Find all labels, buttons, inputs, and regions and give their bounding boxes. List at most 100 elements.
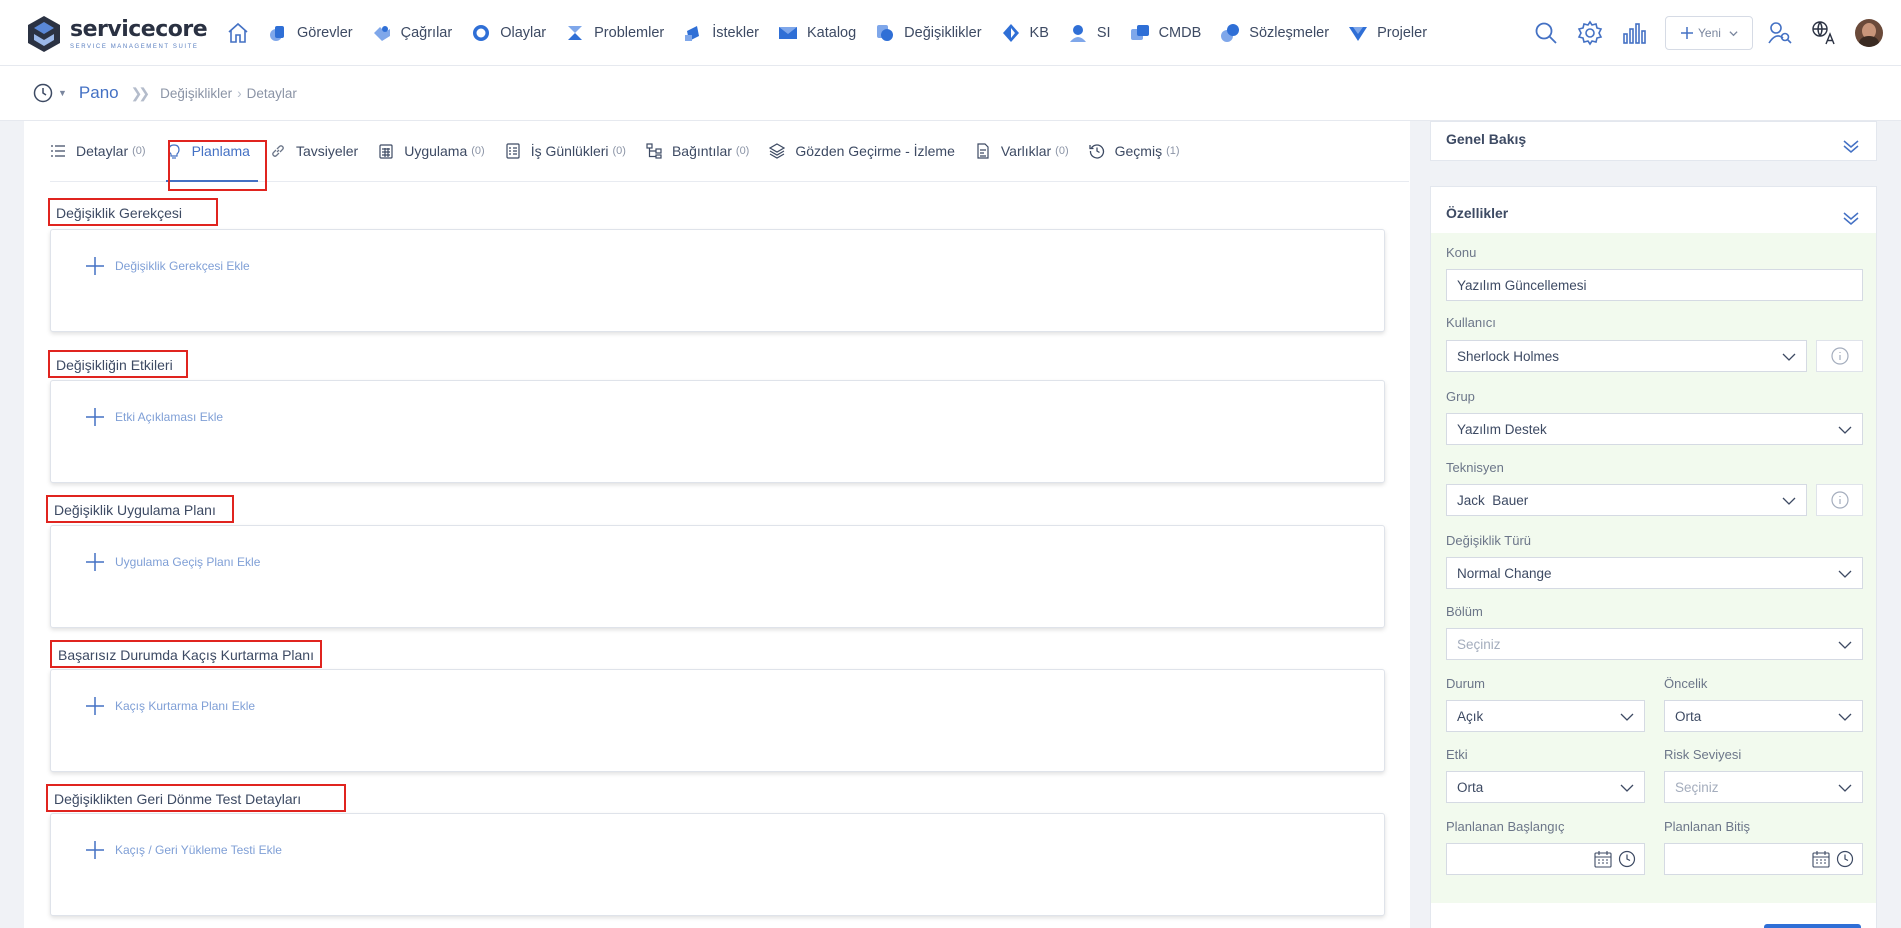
risk-seviyesi-select[interactable]: Seçiniz: [1664, 771, 1863, 803]
breadcrumb-home-link[interactable]: Pano: [79, 83, 119, 103]
breadcrumb-section[interactable]: Değişiklikler: [160, 86, 232, 101]
oncelik-select[interactable]: Orta: [1664, 700, 1863, 732]
kullanici-value: Sherlock Holmes: [1457, 348, 1560, 364]
planlanan-bitis-input[interactable]: [1664, 843, 1863, 875]
section-box-kacis-plani: Kaçış Kurtarma Planı Ekle: [50, 669, 1385, 772]
projects-icon: [1349, 27, 1368, 41]
add-link-label: Etki Açıklaması Ekle: [115, 410, 224, 424]
chevron-down-icon: [1729, 30, 1738, 36]
nav-item-projeler[interactable]: Projeler: [1348, 23, 1427, 43]
calendar-grid-icon: [379, 143, 393, 159]
servicecore-logo[interactable]: servicecore SERVICE MANAGEMENT SUITE: [24, 14, 208, 54]
history-clock-icon[interactable]: [33, 83, 53, 103]
gear-icon[interactable]: [1577, 20, 1603, 46]
nav-item-sozlesmeler[interactable]: Sözleşmeler: [1220, 23, 1329, 43]
clock-icon[interactable]: [1836, 850, 1854, 868]
chevron-down-icon: [1838, 426, 1852, 434]
section-title-kacis-plani: Başarısız Durumda Kaçış Kurtarma Planı: [50, 640, 322, 668]
nav-item-label: Problemler: [594, 25, 665, 41]
etki-select[interactable]: Orta: [1446, 771, 1645, 803]
bolum-select[interactable]: Seçiniz: [1446, 628, 1863, 660]
avatar[interactable]: [1855, 19, 1883, 47]
overview-card[interactable]: Genel Bakış: [1430, 121, 1877, 161]
nav-item-label: CMDB: [1158, 25, 1202, 41]
save-button[interactable]: [1764, 924, 1861, 928]
tab-label: İş Günlükleri: [530, 142, 609, 159]
calendar-icon[interactable]: [1812, 850, 1830, 868]
tasks-icon: [270, 26, 284, 41]
tab-tavsiyeler[interactable]: Tavsiyeler: [270, 120, 358, 181]
incidents-icon: [473, 25, 490, 41]
nav-item-cagrilar[interactable]: Çağrılar: [372, 23, 452, 43]
bolum-label: Bölüm: [1446, 604, 1483, 619]
tab-bagintilar[interactable]: Bağıntılar (0): [646, 120, 749, 181]
kullanici-label: Kullanıcı: [1446, 315, 1496, 330]
logo-title: servicecore: [70, 16, 208, 42]
language-translate-icon[interactable]: [1811, 20, 1837, 46]
nav-item-si[interactable]: SI: [1068, 23, 1111, 43]
add-geri-yukleme-link[interactable]: Kaçış / Geri Yükleme Testi Ekle: [85, 840, 282, 860]
nav-item-gorevler[interactable]: Görevler: [268, 23, 353, 43]
section-box-geri-donme: Kaçış / Geri Yükleme Testi Ekle: [50, 813, 1385, 916]
section-box-uygulama-plani: Uygulama Geçiş Planı Ekle: [50, 525, 1385, 628]
user-search-icon[interactable]: [1767, 20, 1793, 46]
breadcrumb: ▼ Pano ❯❯ Değişiklikler › Detaylar: [0, 66, 1901, 121]
add-gerekce-link[interactable]: Değişiklik Gerekçesi Ekle: [85, 256, 250, 276]
chevron-down-icon[interactable]: ▼: [58, 88, 67, 98]
tab-label: Detaylar: [76, 142, 129, 159]
calendar-icon[interactable]: [1594, 850, 1612, 868]
konu-input[interactable]: Yazılım Güncellemesi: [1446, 269, 1863, 301]
tab-gozden-gecirme-izleme[interactable]: Gözden Geçirme - İzleme: [769, 120, 955, 181]
add-uygulama-plani-link[interactable]: Uygulama Geçiş Planı Ekle: [85, 552, 260, 572]
info-icon: [1830, 491, 1849, 509]
relations-tree-icon: [646, 142, 662, 159]
tab-uygulama[interactable]: Uygulama (0): [378, 120, 485, 181]
tab-gecmis[interactable]: Geçmiş (1): [1088, 120, 1180, 181]
plus-icon: [86, 408, 104, 426]
nav-item-olaylar[interactable]: Olaylar: [471, 23, 546, 43]
nav-item-degisiklikler[interactable]: Değişiklikler: [875, 23, 982, 43]
grup-select[interactable]: Yazılım Destek: [1446, 413, 1863, 445]
datetime-icons: [1588, 850, 1636, 868]
contracts-icon: [1221, 24, 1240, 42]
nav-item-problemler[interactable]: Problemler: [565, 23, 664, 43]
etki-value: Orta: [1457, 779, 1484, 795]
chevron-down-icon[interactable]: [1842, 136, 1860, 154]
requests-icon: [685, 26, 700, 41]
nav-item-label: Projeler: [1377, 25, 1428, 41]
servicecore-logo-mark-icon: [28, 16, 60, 52]
add-etki-link[interactable]: Etki Açıklaması Ekle: [85, 407, 223, 427]
reports-chart-icon[interactable]: [1621, 20, 1647, 46]
home-icon[interactable]: [226, 21, 250, 45]
properties-header[interactable]: Özellikler: [1431, 187, 1876, 233]
tab-is-gunlukleri[interactable]: İş Günlükleri (0): [505, 120, 626, 181]
teknisyen-select[interactable]: Jack Bauer: [1446, 484, 1807, 516]
planlanan-baslangic-input[interactable]: [1446, 843, 1645, 875]
tab-label: Tavsiyeler: [295, 142, 359, 159]
search-icon[interactable]: [1533, 20, 1559, 46]
nav-item-katalog[interactable]: Katalog: [778, 23, 856, 43]
nav-item-label: Olaylar: [500, 25, 547, 41]
calls-icon: [373, 26, 390, 41]
teknisyen-info-button[interactable]: [1816, 484, 1863, 516]
tab-varliklar[interactable]: Varlıklar (0): [975, 120, 1069, 181]
kullanici-select[interactable]: Sherlock Holmes: [1446, 340, 1807, 372]
chevron-down-icon[interactable]: [1842, 208, 1860, 226]
new-button[interactable]: Yeni: [1665, 16, 1753, 50]
clock-icon[interactable]: [1618, 850, 1636, 868]
tab-count: (0): [471, 144, 485, 157]
chevron-down-icon: [1838, 713, 1852, 721]
kullanici-info-button[interactable]: [1816, 340, 1863, 372]
datetime-icons: [1806, 850, 1854, 868]
tab-count: (0): [1055, 144, 1069, 157]
nav-item-istekler[interactable]: İstekler: [683, 23, 759, 43]
nav-item-kb[interactable]: KB: [1001, 23, 1049, 43]
durum-select[interactable]: Açık: [1446, 700, 1645, 732]
asset-document-icon: [977, 142, 989, 159]
add-kacis-plani-link[interactable]: Kaçış Kurtarma Planı Ekle: [85, 696, 255, 716]
main-nav: Görevler Çağrılar Olaylar Problemler İst…: [226, 0, 1446, 66]
nav-item-cmdb[interactable]: CMDB: [1130, 23, 1202, 43]
tab-detaylar[interactable]: Detaylar (0): [50, 120, 146, 181]
degisiklik-turu-select[interactable]: Normal Change: [1446, 557, 1863, 589]
add-link-label: Kaçış / Geri Yükleme Testi Ekle: [115, 843, 282, 857]
